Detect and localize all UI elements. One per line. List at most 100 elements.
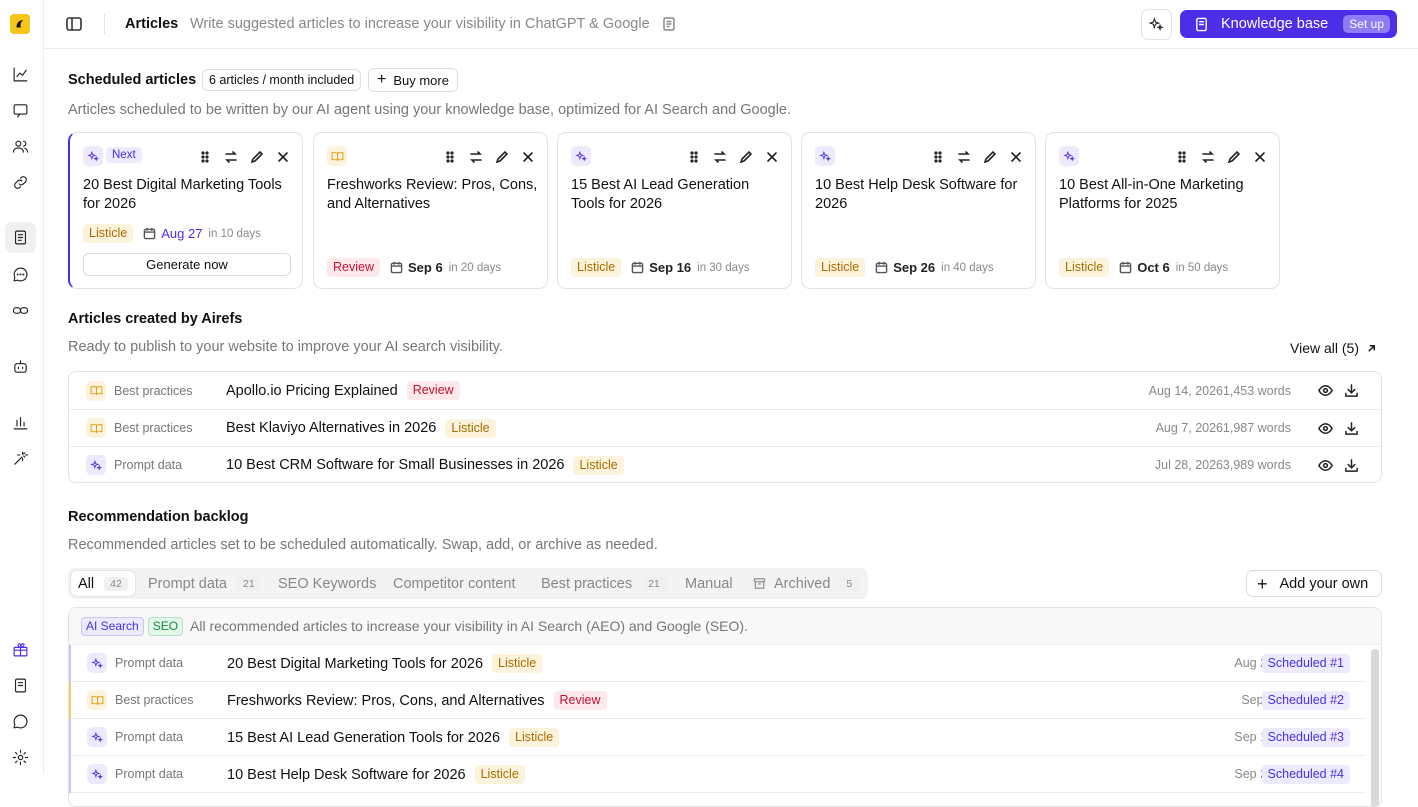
buy-more-button[interactable]: + Buy more xyxy=(368,68,458,92)
type-tag: Listicle xyxy=(1059,258,1110,277)
days-until: in 40 days xyxy=(941,261,994,274)
knowledge-base-label: Knowledge base xyxy=(1221,16,1329,32)
tab-label: SEO Keywords xyxy=(278,575,377,592)
drag-handle-icon[interactable] xyxy=(198,150,212,164)
preview-eye-icon[interactable] xyxy=(1318,383,1333,398)
view-all-link[interactable]: View all (5) xyxy=(1290,340,1377,356)
swap-icon[interactable] xyxy=(1201,150,1215,164)
edit-icon[interactable] xyxy=(1227,150,1241,164)
tab-manual[interactable]: Manual xyxy=(678,571,740,596)
close-icon[interactable] xyxy=(1253,150,1267,164)
generate-now-button[interactable]: Generate now xyxy=(83,253,291,276)
type-tag: Listicle xyxy=(571,258,622,277)
add-your-own-button[interactable]: + Add your own xyxy=(1246,570,1382,597)
ai-sparkle-button[interactable] xyxy=(1141,9,1172,40)
backlog-tabs: All 42 Prompt data 21 SEO Keywords Competi… xyxy=(68,568,868,599)
articles-nav-icon[interactable] xyxy=(5,222,36,253)
main-area: Articles Write suggested articles to inc… xyxy=(44,0,1418,807)
plus-icon: + xyxy=(1257,573,1268,594)
calendar-icon xyxy=(1119,261,1132,274)
scheduled-card[interactable]: Freshworks Review: Pros, Cons, and Alter… xyxy=(313,132,548,289)
article-title: 20 Best Digital Marketing Tools for 2026 xyxy=(227,655,484,672)
download-icon[interactable] xyxy=(1344,458,1359,473)
tab-seo-keywords[interactable]: SEO Keywords xyxy=(271,571,383,596)
word-count: 1,987 words xyxy=(1222,421,1291,435)
scheduled-card[interactable]: 10 Best Help Desk Software for 2026 List… xyxy=(801,132,1036,289)
drag-handle-icon[interactable] xyxy=(931,150,945,164)
swap-icon[interactable] xyxy=(957,150,971,164)
chat-icon[interactable] xyxy=(9,99,31,121)
users-icon[interactable] xyxy=(9,135,31,157)
type-tag: Listicle xyxy=(573,455,624,475)
close-icon[interactable] xyxy=(1009,150,1023,164)
list-item[interactable]: Prompt data 10 Best CRM Software for Sma… xyxy=(69,446,1381,483)
edit-icon[interactable] xyxy=(250,150,264,164)
list-item[interactable]: Best practices Apollo.io Pricing Explain… xyxy=(69,372,1381,409)
table-row[interactable]: Prompt data 10 Best Help Desk Software f… xyxy=(69,756,1366,793)
source-label: Best practices xyxy=(114,421,193,435)
preview-eye-icon[interactable] xyxy=(1318,458,1333,473)
edit-icon[interactable] xyxy=(739,150,753,164)
close-icon[interactable] xyxy=(765,150,779,164)
days-until: in 20 days xyxy=(448,261,502,274)
tab-best-practices[interactable]: Best practices 21 xyxy=(534,571,673,596)
list-item[interactable]: Best practices Best Klaviyo Alternatives… xyxy=(69,409,1381,446)
preview-eye-icon[interactable] xyxy=(1318,421,1333,436)
scheduled-card[interactable]: Next 20 Best Digital Marketing Tools for… xyxy=(68,132,303,289)
prompt-data-icon xyxy=(87,653,107,673)
sidebar-rail xyxy=(0,0,44,774)
swap-icon[interactable] xyxy=(224,150,238,164)
edit-icon[interactable] xyxy=(983,150,997,164)
support-chat-icon[interactable] xyxy=(9,710,31,732)
close-icon[interactable] xyxy=(521,150,535,164)
setup-badge[interactable]: Set up xyxy=(1343,15,1390,33)
tab-archived[interactable]: Archived 5 xyxy=(746,571,865,596)
tab-prompt-data[interactable]: Prompt data 21 xyxy=(141,571,268,596)
drag-handle-icon[interactable] xyxy=(1175,150,1189,164)
swap-icon[interactable] xyxy=(713,150,727,164)
download-icon[interactable] xyxy=(1344,421,1359,436)
table-row[interactable]: Best practices Freshworks Review: Pros, … xyxy=(69,682,1366,719)
table-row[interactable]: Prompt data 15 Best AI Lead Generation T… xyxy=(69,719,1366,756)
divider xyxy=(104,14,105,34)
scheduled-card[interactable]: 15 Best AI Lead Generation Tools for 202… xyxy=(557,132,792,289)
tab-label: Archived xyxy=(774,575,831,592)
bar-chart-icon[interactable] xyxy=(9,411,31,433)
knowledge-base-button[interactable]: Knowledge base Set up xyxy=(1180,10,1397,38)
settings-icon[interactable] xyxy=(9,746,31,768)
link-icon[interactable] xyxy=(9,171,31,193)
edit-icon[interactable] xyxy=(495,150,509,164)
table-row[interactable]: Prompt data 20 Best Digital Marketing To… xyxy=(69,645,1366,682)
gift-icon[interactable] xyxy=(9,638,31,660)
scheduled-date: Sep 6 xyxy=(408,260,443,275)
tab-competitor-content[interactable]: Competitor content xyxy=(386,571,523,596)
tab-count: 21 xyxy=(237,576,261,591)
backlog-description: Recommended articles set to be scheduled… xyxy=(68,537,658,553)
scrollbar[interactable] xyxy=(1371,649,1379,806)
scheduled-card[interactable]: 10 Best All-in-One Marketing Platforms f… xyxy=(1045,132,1280,289)
docs-icon[interactable] xyxy=(9,674,31,696)
drag-handle-icon[interactable] xyxy=(443,150,457,164)
article-title-wrap: 10 Best Help Desk Software for 2026 Listi… xyxy=(227,765,525,784)
type-tag: Listicle xyxy=(83,224,134,243)
prompt-data-icon xyxy=(1059,146,1079,166)
swap-icon[interactable] xyxy=(469,150,483,164)
app-logo[interactable] xyxy=(10,14,30,34)
article-title-wrap: Best Klaviyo Alternatives in 2026 Listicl… xyxy=(226,418,496,438)
analytics-icon[interactable] xyxy=(9,63,31,85)
tab-all[interactable]: All 42 xyxy=(71,571,135,596)
message-icon[interactable] xyxy=(9,263,31,285)
created-date: Jul 28, 2026 xyxy=(1154,458,1223,472)
status-badge: Scheduled #2 xyxy=(1261,691,1350,710)
drag-handle-icon[interactable] xyxy=(687,150,701,164)
chain-icon[interactable] xyxy=(9,299,31,321)
backlog-heading: Recommendation backlog xyxy=(68,509,249,525)
document-icon[interactable] xyxy=(662,17,676,31)
card-title: 15 Best AI Lead Generation Tools for 202… xyxy=(571,177,750,212)
magic-icon[interactable] xyxy=(9,447,31,469)
type-tag: Listicle xyxy=(509,728,560,747)
bot-icon[interactable] xyxy=(9,355,31,377)
close-icon[interactable] xyxy=(276,150,290,164)
sidebar-toggle-icon[interactable] xyxy=(65,15,83,33)
download-icon[interactable] xyxy=(1344,383,1359,398)
